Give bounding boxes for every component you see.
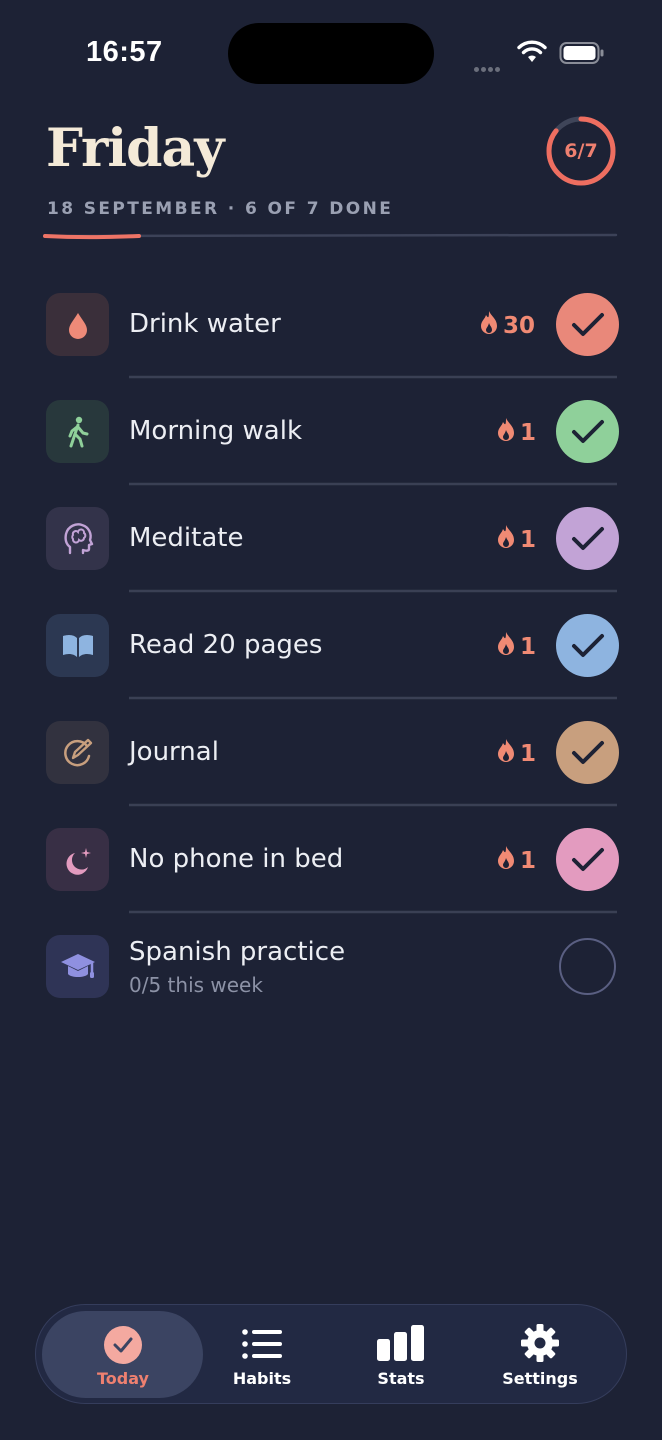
streak-count: 1 [520,420,537,446]
flame-icon [496,738,516,770]
page-title: Friday [46,118,224,179]
complete-toggle-button[interactable] [559,938,616,995]
dynamic-island [228,23,434,84]
habit-row-no-phone-in-bed[interactable]: No phone in bed 1 [0,806,662,913]
streak-count: 30 [503,313,536,339]
streak-badge: 1 [496,524,536,556]
streak-count: 1 [520,848,537,874]
streak-badge: 1 [496,845,536,877]
habit-name: Read 20 pages [129,630,323,660]
header-progress-rule [43,233,618,240]
checkmark-icon [571,847,604,871]
tab-label: Habits [232,1369,292,1388]
progress-label: 6/7 [564,140,598,162]
tab-habits[interactable]: Habits [192,1305,332,1405]
checkmark-icon [571,740,604,764]
tab-stats[interactable]: Stats [331,1305,471,1405]
tab-bar: Today Habits Stats Settings [35,1304,627,1404]
checkmark-icon [571,526,604,550]
brain-head-icon [46,507,109,570]
water-drop-icon [46,293,109,356]
flame-icon [496,417,516,449]
habit-row-spanish-practice[interactable]: Spanish practice 0/5 this week [0,913,662,1020]
checkmark-icon [571,312,604,336]
list-icon [241,1327,283,1365]
habit-name: Journal [129,737,219,767]
gear-icon [520,1323,560,1367]
daily-progress-ring: 6/7 [544,114,618,188]
tab-label: Today [97,1369,149,1388]
graduation-cap-icon [46,935,109,998]
streak-count: 1 [520,527,537,553]
complete-toggle-button[interactable] [556,721,619,784]
battery-icon [559,41,605,69]
checkmark-icon [571,419,604,443]
tab-label: Settings [502,1369,578,1388]
tab-today[interactable]: Today [53,1305,193,1405]
habit-name: Drink water [129,309,281,339]
flame-icon [496,631,516,663]
flame-icon [496,845,516,877]
complete-toggle-button[interactable] [556,400,619,463]
habit-row-drink-water[interactable]: Drink water 30 [0,271,662,378]
cellular-signal-icon [474,57,502,76]
streak-badge: 30 [479,310,535,342]
walking-icon [46,400,109,463]
flame-icon [496,524,516,556]
flame-icon [479,310,499,342]
status-bar: 16:57 [0,0,662,100]
tab-settings[interactable]: Settings [470,1305,610,1405]
streak-count: 1 [520,634,537,660]
streak-badge: 1 [496,631,536,663]
habit-name: Spanish practice [129,937,346,967]
complete-toggle-button[interactable] [556,828,619,891]
habit-name: No phone in bed [129,844,344,874]
habit-name: Morning walk [129,416,302,446]
habit-row-read-20-pages[interactable]: Read 20 pages 1 [0,592,662,699]
bar-chart-icon [376,1325,426,1365]
checkmark-icon [571,633,604,657]
habit-row-meditate[interactable]: Meditate 1 [0,485,662,592]
habit-row-journal[interactable]: Journal 1 [0,699,662,806]
open-book-icon [46,614,109,677]
status-time: 16:57 [86,36,163,68]
complete-toggle-button[interactable] [556,507,619,570]
streak-badge: 1 [496,417,536,449]
streak-count: 1 [520,741,537,767]
complete-toggle-button[interactable] [556,293,619,356]
habit-name: Meditate [129,523,244,553]
habit-row-morning-walk[interactable]: Morning walk 1 [0,378,662,485]
complete-toggle-button[interactable] [556,614,619,677]
wifi-icon [517,40,547,68]
habit-weekly-progress: 0/5 this week [129,973,263,997]
moon-stars-icon [46,828,109,891]
page-subtitle: 18 SEPTEMBER · 6 OF 7 DONE [47,199,394,219]
tab-label: Stats [377,1369,425,1388]
streak-badge: 1 [496,738,536,770]
check-circle-icon [103,1325,143,1369]
pencil-circle-icon [46,721,109,784]
